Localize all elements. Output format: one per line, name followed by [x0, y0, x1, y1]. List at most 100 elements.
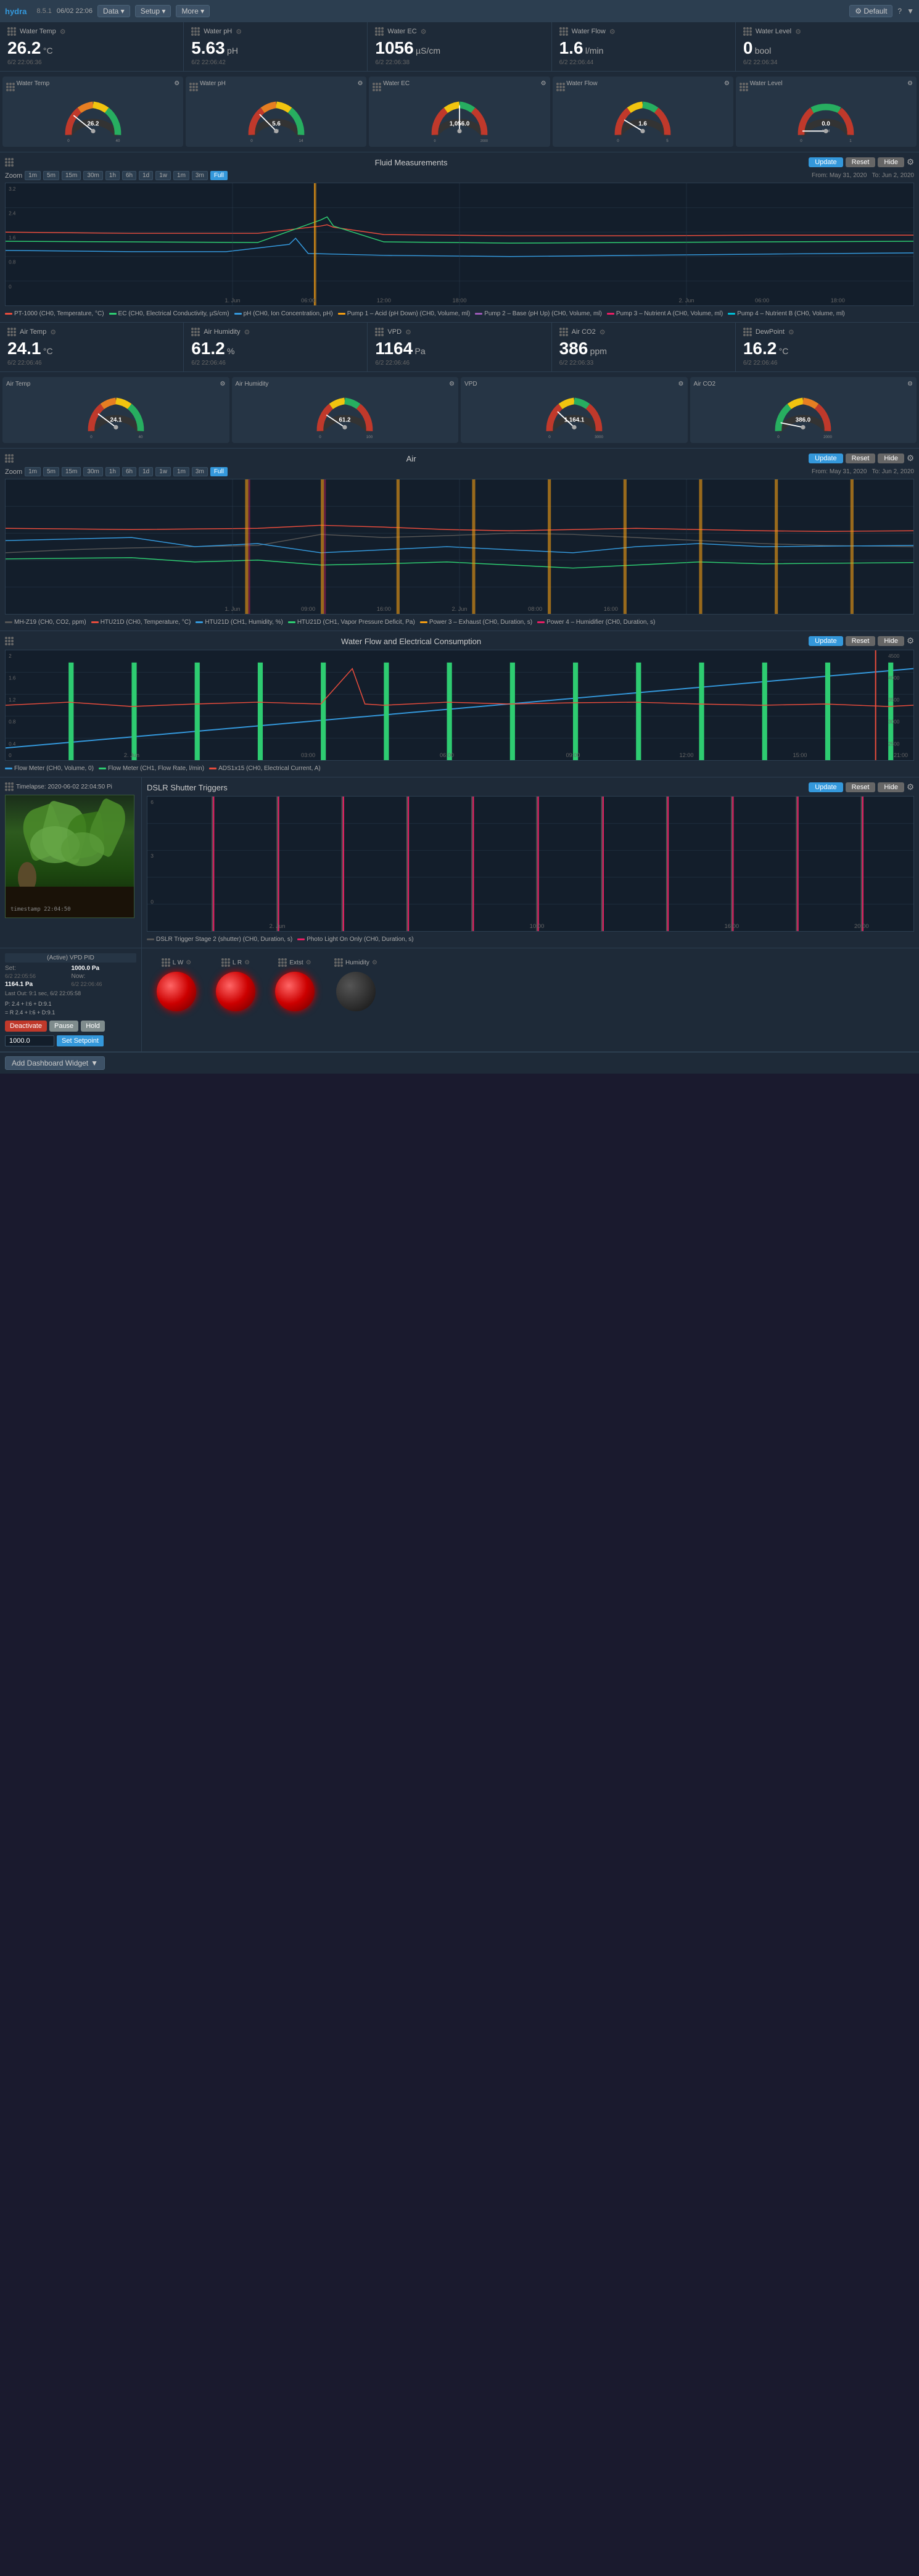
extst-drag[interactable] — [278, 958, 287, 967]
lw-gear[interactable]: ⚙ — [186, 959, 191, 966]
air-zoom-6h[interactable]: 6h — [122, 467, 136, 476]
help-icon[interactable]: ? — [897, 7, 902, 15]
zoom-full[interactable]: Full — [210, 171, 228, 180]
air-humidity-gear[interactable]: ⚙ — [244, 328, 250, 336]
gauge-wf-gear[interactable]: ⚙ — [724, 80, 730, 91]
zoom-1m[interactable]: 1m — [25, 171, 41, 180]
wf-hide-btn[interactable]: Hide — [878, 636, 904, 646]
wf-gear-btn[interactable]: ⚙ — [907, 636, 914, 646]
fluid-reset-btn[interactable]: Reset — [846, 157, 876, 167]
more-menu[interactable]: More ▾ — [176, 5, 210, 17]
pid-set-button[interactable]: Set Setpoint — [57, 1035, 104, 1046]
fluid-gear-btn[interactable]: ⚙ — [907, 157, 914, 167]
dewpoint-gear[interactable]: ⚙ — [788, 328, 794, 336]
timelapse-drag[interactable] — [5, 782, 14, 791]
air-zoom-1d[interactable]: 1d — [139, 467, 153, 476]
wf-reset-btn[interactable]: Reset — [846, 636, 876, 646]
air-zoom-3m[interactable]: 3m — [192, 467, 208, 476]
nav-icon[interactable]: ▼ — [907, 7, 914, 15]
dew-drag[interactable] — [743, 328, 752, 336]
dslr-reset-btn[interactable]: Reset — [846, 782, 876, 792]
water-ph-gear[interactable]: ⚙ — [236, 28, 242, 36]
gauge-wt-gear[interactable]: ⚙ — [174, 80, 179, 91]
air-gear-btn[interactable]: ⚙ — [907, 453, 914, 463]
gauge-wf-drag[interactable] — [556, 83, 565, 91]
setup-menu[interactable]: Setup ▾ — [135, 5, 171, 17]
zoom-1w[interactable]: 1w — [155, 171, 171, 180]
gauge-wec-gear[interactable]: ⚙ — [541, 80, 546, 91]
air-zoom-1h[interactable]: 1h — [105, 467, 120, 476]
air-co2-card: Air CO2 ⚙ 386 ppm 6/2 22:06:33 — [552, 323, 736, 371]
gauge-ah-gear[interactable]: ⚙ — [449, 381, 455, 387]
air-zoom-5m[interactable]: 5m — [43, 467, 59, 476]
gauge-wph-drag[interactable] — [189, 83, 198, 91]
dslr-gear-btn[interactable]: ⚙ — [907, 782, 914, 792]
fluid-chart-drag[interactable] — [5, 158, 14, 167]
app-date: 06/02 22:06 — [57, 7, 93, 15]
pid-pause-btn[interactable]: Pause — [49, 1021, 78, 1032]
air-reset-btn[interactable]: Reset — [846, 453, 876, 463]
water-temp-gear[interactable]: ⚙ — [60, 28, 66, 36]
hum-light — [336, 972, 376, 1011]
hum-drag[interactable] — [334, 958, 343, 967]
pid-setpoint-input[interactable] — [5, 1035, 54, 1046]
air-zoom-full[interactable]: Full — [210, 467, 228, 476]
dslr-hide-btn[interactable]: Hide — [878, 782, 904, 792]
lr-gear[interactable]: ⚙ — [244, 959, 250, 966]
water-level-gear[interactable]: ⚙ — [795, 28, 801, 36]
hum-gear[interactable]: ⚙ — [372, 959, 377, 966]
fluid-update-btn[interactable]: Update — [809, 157, 843, 167]
extst-gear[interactable]: ⚙ — [306, 959, 311, 966]
zoom-30m[interactable]: 30m — [83, 171, 102, 180]
zoom-3m[interactable]: 3m — [192, 171, 208, 180]
air-zoom-15m[interactable]: 15m — [62, 467, 81, 476]
lr-drag[interactable] — [221, 958, 230, 967]
water-level-drag[interactable] — [743, 27, 752, 36]
air-chart-drag[interactable] — [5, 454, 14, 463]
vpd-drag[interactable] — [375, 328, 384, 336]
wf-update-btn[interactable]: Update — [809, 636, 843, 646]
add-widget-btn[interactable]: Add Dashboard Widget ▼ — [5, 1056, 105, 1070]
water-ph-drag[interactable] — [191, 27, 200, 36]
zoom-5m[interactable]: 5m — [43, 171, 59, 180]
water-flow-gear[interactable]: ⚙ — [609, 28, 616, 36]
water-temp-drag[interactable] — [7, 27, 16, 36]
pid-hold-btn[interactable]: Hold — [81, 1021, 105, 1032]
fluid-hide-btn[interactable]: Hide — [878, 157, 904, 167]
zoom-6h[interactable]: 6h — [122, 171, 136, 180]
dslr-update-btn[interactable]: Update — [809, 782, 843, 792]
gauge-wl-drag[interactable] — [740, 83, 748, 91]
lw-drag[interactable] — [162, 958, 170, 967]
co2-gear[interactable]: ⚙ — [600, 328, 606, 336]
zoom-15m[interactable]: 15m — [62, 171, 81, 180]
water-ec-drag[interactable] — [375, 27, 384, 36]
zoom-1mo[interactable]: 1m — [173, 171, 189, 180]
default-btn[interactable]: ⚙ Default — [849, 5, 892, 17]
gauge-at-gear[interactable]: ⚙ — [220, 381, 226, 387]
air-temp-gear[interactable]: ⚙ — [50, 328, 56, 336]
zoom-1d[interactable]: 1d — [139, 171, 153, 180]
gauge-vpd-gear[interactable]: ⚙ — [678, 381, 684, 387]
wf-chart-drag[interactable] — [5, 637, 14, 645]
water-ec-gear[interactable]: ⚙ — [421, 28, 427, 36]
air-zoom-1m[interactable]: 1m — [25, 467, 41, 476]
air-zoom-1w[interactable]: 1w — [155, 467, 171, 476]
pid-deactivate-btn[interactable]: Deactivate — [5, 1021, 47, 1032]
vpd-gear[interactable]: ⚙ — [405, 328, 411, 336]
data-menu[interactable]: Data ▾ — [97, 5, 130, 17]
gauge-wt-drag[interactable] — [6, 83, 15, 91]
air-hide-btn[interactable]: Hide — [878, 453, 904, 463]
gauge-co2-gear[interactable]: ⚙ — [907, 381, 913, 387]
water-flow-drag[interactable] — [559, 27, 568, 36]
zoom-1h[interactable]: 1h — [105, 171, 120, 180]
air-temp-drag[interactable] — [7, 328, 16, 336]
air-hum-drag[interactable] — [191, 328, 200, 336]
gauge-wl-gear[interactable]: ⚙ — [907, 80, 913, 91]
gauge-wph-gear[interactable]: ⚙ — [357, 80, 363, 91]
gauge-wec-drag[interactable] — [373, 83, 381, 91]
air-update-btn[interactable]: Update — [809, 453, 843, 463]
svg-text:5: 5 — [666, 139, 669, 143]
air-zoom-30m[interactable]: 30m — [83, 467, 102, 476]
air-zoom-1mo[interactable]: 1m — [173, 467, 189, 476]
co2-drag[interactable] — [559, 328, 568, 336]
